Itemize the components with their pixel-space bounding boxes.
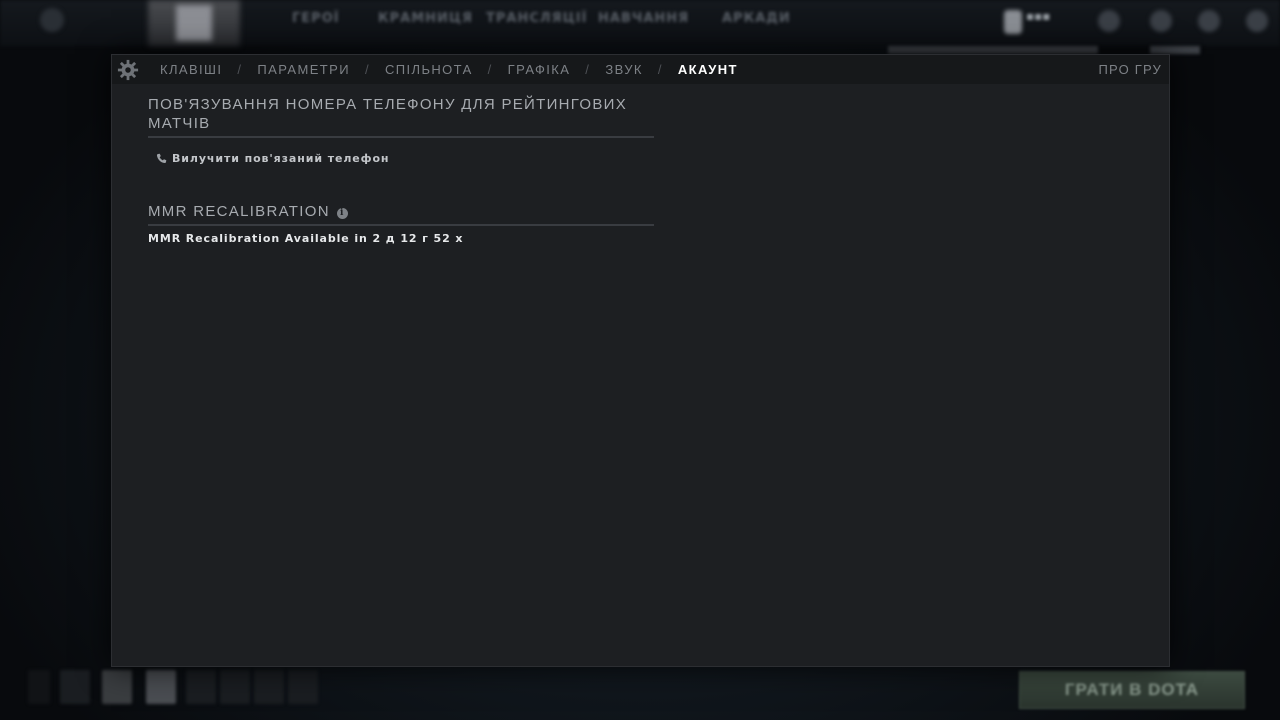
settings-shortcut-icon[interactable] [1198,10,1220,32]
party-slot[interactable] [102,670,132,704]
top-nav-learn[interactable]: НАВЧАННЯ [598,11,689,26]
tab-account[interactable]: АКАУНТ [678,62,738,77]
power-icon[interactable] [1246,10,1268,32]
top-nav-heroes[interactable]: ГЕРОЇ [292,11,340,26]
tab-separator: / [487,62,493,77]
bottom-arrow-icon[interactable] [28,670,50,704]
settings-tab-bar: КЛАВІШІ / ПАРАМЕТРИ / СПІЛЬНОТА / ГРАФІК… [112,55,1169,84]
avatar[interactable] [176,5,212,41]
party-slot[interactable] [220,670,250,704]
tab-audio[interactable]: ЗВУК [605,62,643,77]
mmr-section-title-text: MMR RECALIBRATION [148,203,330,220]
tab-video[interactable]: ГРАФІКА [508,62,571,77]
tab-separator: / [657,62,663,77]
info-icon[interactable]: i [336,208,348,219]
mmr-section-title: MMR RECALIBRATION i [148,202,654,226]
chat-icon[interactable] [1098,10,1120,32]
dashboard-subbar-right [1150,46,1200,54]
tab-separator: / [364,62,370,77]
party-slot[interactable] [60,670,90,704]
settings-window: КЛАВІШІ / ПАРАМЕТРИ / СПІЛЬНОТА / ГРАФІК… [111,54,1170,667]
top-nav-store[interactable]: КРАМНИЦЯ [378,11,473,26]
party-slot[interactable] [254,670,284,704]
shards-icon [1004,10,1022,34]
tab-options[interactable]: ПАРАМЕТРИ [257,62,350,77]
top-nav-watch[interactable]: ТРАНСЛЯЦІЇ [486,11,587,26]
shards-count: ▪▪▪ [1026,9,1051,23]
party-slot[interactable] [288,670,318,704]
tab-separator: / [237,62,243,77]
friends-icon[interactable] [1150,10,1172,32]
tab-separator: / [585,62,591,77]
gear-icon[interactable] [117,59,139,81]
dota-logo-icon[interactable] [40,8,64,32]
phone-icon [156,153,167,164]
remove-phone-label: Вилучити пов'язаний телефон [172,152,390,165]
play-dota-button[interactable]: ГРАТИ В DOTA [1019,671,1245,709]
mmr-recalibration-status: MMR Recalibration Available in 2 д 12 г … [148,232,464,245]
tab-hotkeys[interactable]: КЛАВІШІ [160,62,222,77]
top-nav-arcade[interactable]: АРКАДИ [722,11,791,26]
tab-about[interactable]: ПРО ГРУ [1098,62,1162,77]
party-slot[interactable] [186,670,216,704]
settings-tabs: КЛАВІШІ / ПАРАМЕТРИ / СПІЛЬНОТА / ГРАФІК… [160,62,738,77]
tab-social[interactable]: СПІЛЬНОТА [385,62,473,77]
party-slot[interactable] [146,670,176,704]
remove-phone-button[interactable]: Вилучити пов'язаний телефон [156,152,389,165]
dashboard-subbar [888,46,1098,54]
phone-section-title: ПОВ'ЯЗУВАННЯ НОМЕРА ТЕЛЕФОНУ ДЛЯ РЕЙТИНГ… [148,95,654,138]
